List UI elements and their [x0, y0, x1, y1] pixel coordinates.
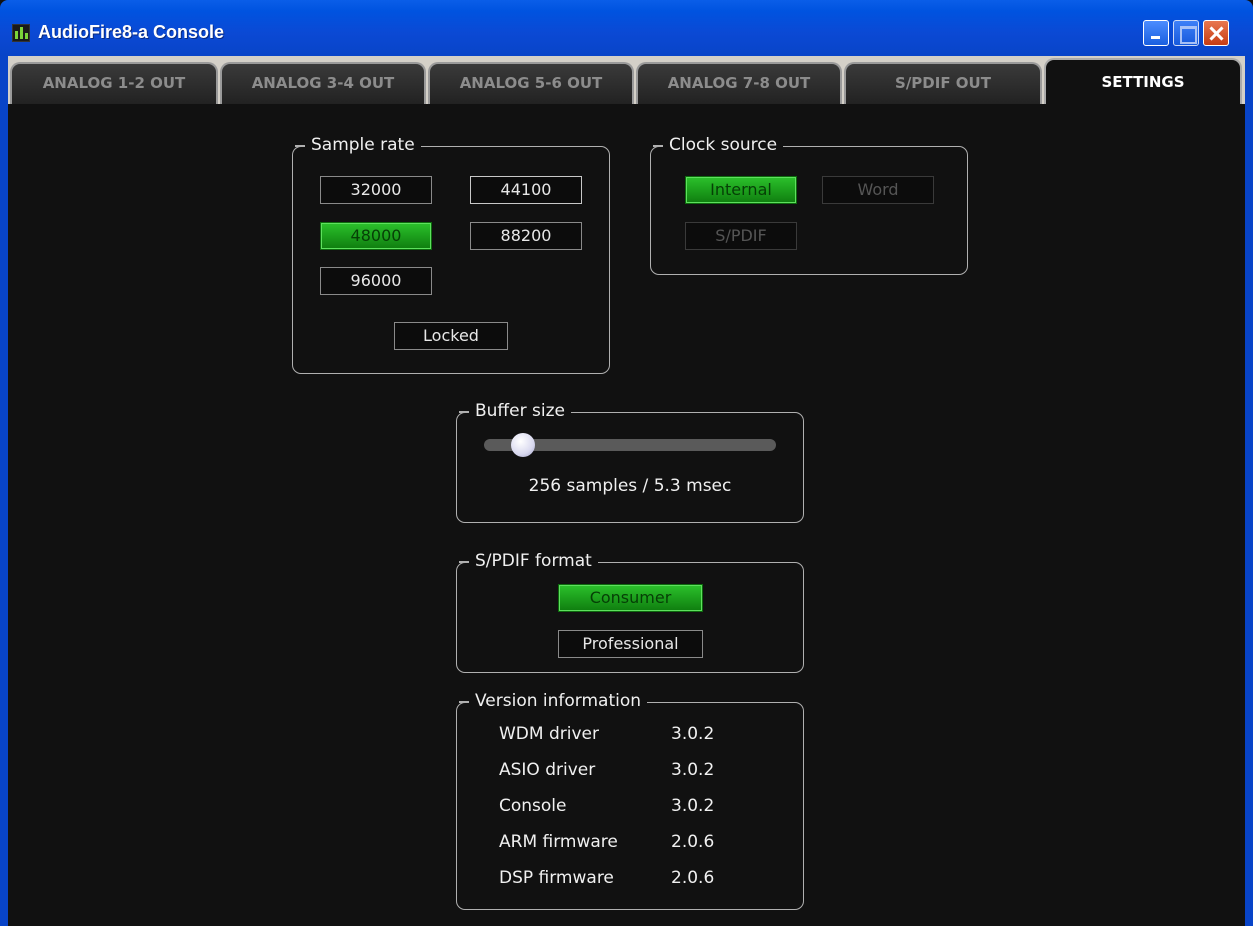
clock-internal-button[interactable]: Internal [685, 176, 797, 204]
tab-analog-3-4-out[interactable]: ANALOG 3-4 OUT [220, 62, 426, 104]
minimize-button[interactable] [1143, 20, 1169, 46]
sample-rate-32000-button[interactable]: 32000 [320, 176, 432, 204]
spdif-professional-button[interactable]: Professional [558, 630, 703, 658]
tab-spdif-out[interactable]: S/PDIF OUT [844, 62, 1042, 104]
version-value-asio-driver: 3.0.2 [671, 760, 715, 780]
version-label-dsp-firmware: DSP firmware [499, 868, 614, 888]
tab-analog-1-2-out[interactable]: ANALOG 1-2 OUT [10, 62, 218, 104]
buffer-size-slider-thumb[interactable] [510, 433, 535, 457]
version-value-console: 3.0.2 [671, 796, 715, 816]
sample-rate-title: Sample rate [295, 133, 421, 157]
clock-spdif-button[interactable]: S/PDIF [685, 222, 797, 250]
tab-bar: ANALOG 1-2 OUT ANALOG 3-4 OUT ANALOG 5-6… [8, 56, 1245, 104]
version-label-asio-driver: ASIO driver [499, 760, 596, 780]
settings-panel: Sample rate 32000 44100 48000 88200 9600… [8, 104, 1245, 926]
maximize-button[interactable] [1173, 20, 1199, 46]
clock-word-button[interactable]: Word [822, 176, 934, 204]
buffer-size-value: 256 samples / 5.3 msec [528, 476, 732, 496]
version-value-arm-firmware: 2.0.6 [671, 832, 715, 852]
version-value-dsp-firmware: 2.0.6 [671, 868, 715, 888]
version-info-title: Version information [458, 689, 648, 713]
lock-status-indicator: Locked [394, 322, 508, 350]
close-button[interactable] [1203, 20, 1229, 46]
sample-rate-48000-button[interactable]: 48000 [320, 222, 432, 250]
version-label-arm-firmware: ARM firmware [499, 832, 618, 852]
buffer-size-group: Buffer size [456, 399, 804, 523]
window-frame-left [0, 56, 8, 926]
spdif-format-title: S/PDIF format [459, 549, 598, 573]
sample-rate-96000-button[interactable]: 96000 [320, 267, 432, 295]
tab-settings[interactable]: SETTINGS [1044, 58, 1242, 104]
sample-rate-44100-button[interactable]: 44100 [470, 176, 582, 204]
sample-rate-88200-button[interactable]: 88200 [470, 222, 582, 250]
clock-source-group: Clock source [650, 133, 968, 275]
window-frame-right [1245, 56, 1253, 926]
window-titlebar[interactable]: AudioFire8-a Console [0, 0, 1253, 56]
version-value-wdm-driver: 3.0.2 [671, 724, 715, 744]
buffer-size-title: Buffer size [459, 399, 571, 423]
window-title: AudioFire8-a Console [38, 22, 225, 42]
spdif-consumer-button[interactable]: Consumer [558, 584, 703, 612]
clock-source-title: Clock source [652, 133, 784, 157]
tab-analog-5-6-out[interactable]: ANALOG 5-6 OUT [428, 62, 634, 104]
version-label-wdm-driver: WDM driver [499, 724, 599, 744]
tab-analog-7-8-out[interactable]: ANALOG 7-8 OUT [636, 62, 842, 104]
version-label-console: Console [499, 796, 567, 816]
app-icon [12, 24, 30, 42]
